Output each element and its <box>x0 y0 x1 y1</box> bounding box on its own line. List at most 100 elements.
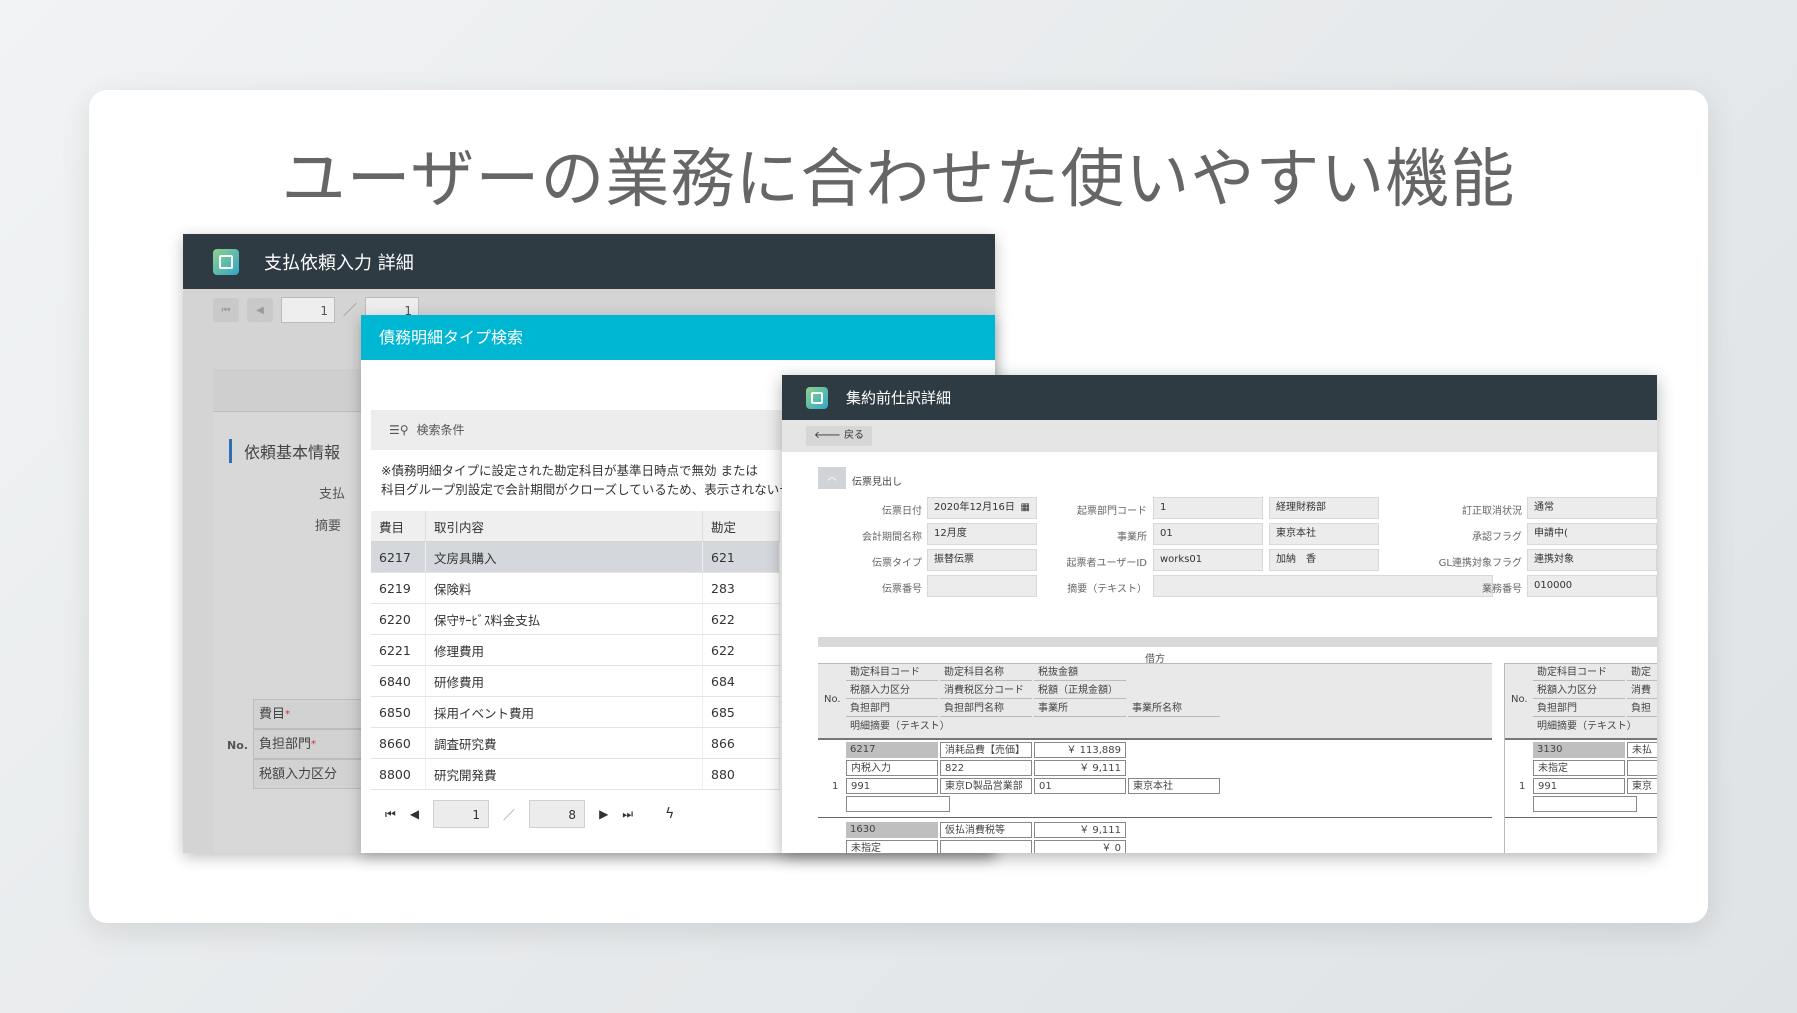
prev-page-icon[interactable]: ◀ <box>247 298 273 322</box>
pay-label: 支払 <box>319 487 346 502</box>
table-header: 費目 取引内容 勘定 <box>371 511 780 542</box>
row-divider <box>818 817 1492 818</box>
num-label: 伝票番号 <box>882 584 922 595</box>
row2-amount[interactable]: ￥ 9,111 <box>1034 822 1126 838</box>
status-label: 訂正取消状況 <box>1462 506 1522 517</box>
row2-tax-input[interactable]: 未指定 <box>846 840 938 853</box>
page-total: 8 <box>529 800 586 828</box>
cell-name: 採用イベント費用 <box>425 696 703 728</box>
row-no: 2 <box>828 852 848 853</box>
calendar-icon[interactable]: ▦ <box>1021 498 1030 518</box>
cell-code: 8800 <box>371 758 426 790</box>
period-field[interactable]: 12月度 <box>927 523 1037 545</box>
hdr-tax-amt: 税額（正規金額） <box>1034 683 1126 699</box>
approve-label: 承認フラグ <box>1472 532 1522 543</box>
type-label: 伝票タイプ <box>872 558 922 569</box>
col-description[interactable]: 取引内容 <box>425 511 703 542</box>
approve-field: 申請中( <box>1527 523 1657 545</box>
office-name-field: 東京本社 <box>1269 523 1379 545</box>
row-no: 1 <box>1519 781 1526 792</box>
table-row[interactable]: 8800 研究開発費 880 <box>371 758 780 790</box>
office-code-field[interactable]: 01 <box>1153 523 1263 545</box>
journal-detail-window: 集約前仕訳詳細 🡐 戻る ︿ 伝票見出し 伝票日付 2020年12月16日 ▦ 会… <box>782 375 1657 853</box>
r-tax-cat[interactable] <box>1627 760 1657 776</box>
row1-tax-input[interactable]: 内税入力 <box>846 760 938 776</box>
table-row[interactable]: 6221 修理費用 622 <box>371 634 780 666</box>
next-page-icon[interactable]: ▶ <box>599 807 608 821</box>
collapse-chevron-icon[interactable]: ︿ <box>818 467 846 489</box>
dept-code-field[interactable]: 1 <box>1153 497 1263 519</box>
num-field[interactable] <box>927 575 1037 597</box>
no-label: No. <box>227 739 248 752</box>
text-label: 摘要（テキスト） <box>1067 584 1147 595</box>
period-label: 会計期間名称 <box>862 532 922 543</box>
app-logo-icon <box>213 248 239 275</box>
cell-account: 622 <box>702 634 780 666</box>
horizontal-scrollbar[interactable] <box>818 637 1657 647</box>
hdr-dept-name: 負担部門名称 <box>940 701 1032 717</box>
r-tax-input[interactable]: 未指定 <box>1533 760 1625 776</box>
hdr-office-name: 事業所名称 <box>1128 701 1220 717</box>
title-bar: 集約前仕訳詳細 <box>782 375 1657 420</box>
row2-tax-cat[interactable] <box>940 840 1032 853</box>
row1-tax[interactable]: ￥ 9,111 <box>1034 760 1126 776</box>
search-condition-label: 検索条件 <box>416 423 465 437</box>
lightning-icon[interactable]: ϟ <box>665 806 674 822</box>
row2-acct-name: 仮払消費税等 <box>940 822 1032 838</box>
biz-field: 010000 <box>1527 575 1657 597</box>
cost-label: 費目 <box>259 707 286 722</box>
cell-name: 修理費用 <box>425 634 703 666</box>
r-acct-code[interactable]: 3130 <box>1533 742 1625 758</box>
row1-tax-cat[interactable]: 822 <box>940 760 1032 776</box>
row1-acct-code[interactable]: 6217 <box>846 742 938 758</box>
last-page-icon[interactable]: ⏭ <box>622 807 633 822</box>
cell-account: 283 <box>702 572 780 604</box>
cell-name: 研修費用 <box>425 665 703 697</box>
col-account[interactable]: 勘定 <box>702 511 780 542</box>
row1-office-name: 東京本社 <box>1128 778 1220 794</box>
cell-code: 6220 <box>371 603 426 635</box>
hdr-no: No. <box>1511 694 1528 705</box>
cell-code: 8660 <box>371 727 426 759</box>
table-row[interactable]: 6219 保険料 283 <box>371 572 780 604</box>
user-id-field[interactable]: works01 <box>1153 549 1263 571</box>
row-divider <box>1505 817 1657 818</box>
date-field[interactable]: 2020年12月16日 ▦ <box>927 497 1037 519</box>
table-row[interactable]: 6840 研修費用 684 <box>371 665 780 697</box>
row1-office[interactable]: 01 <box>1034 778 1126 794</box>
row1-memo[interactable] <box>846 796 950 812</box>
back-button[interactable]: 🡐 戻る <box>806 426 873 446</box>
col-cost[interactable]: 費目 <box>371 511 426 542</box>
hdr-tax-input: 税額入力区分 <box>1533 683 1625 699</box>
row2-acct-code[interactable]: 1630 <box>846 822 938 838</box>
r-memo[interactable] <box>1533 796 1637 812</box>
table-row[interactable]: 6217 文房具購入 621 <box>371 541 780 573</box>
table-row[interactable]: 6220 保守ｻｰﾋﾞｽ料金支払 622 <box>371 603 780 635</box>
row1-dept[interactable]: 991 <box>846 778 938 794</box>
row2-tax[interactable]: ￥ 0 <box>1034 840 1126 853</box>
user-label: 起票者ユーザーID <box>1066 558 1147 569</box>
filter-search-icon: ☰⚲ <box>389 423 409 437</box>
pager-separator: ／ <box>503 807 516 822</box>
cell-account: 622 <box>702 603 780 635</box>
prev-page-icon[interactable]: ◀ <box>410 807 419 821</box>
table-row[interactable]: 8660 調査研究費 866 <box>371 727 780 759</box>
page-current[interactable]: 1 <box>433 800 490 828</box>
table-row[interactable]: 6850 採用イベント費用 685 <box>371 696 780 728</box>
first-page-icon[interactable]: ⏮ <box>213 298 239 322</box>
type-field[interactable]: 振替伝票 <box>927 549 1037 571</box>
pager-separator: ／ <box>343 303 357 319</box>
row1-amount[interactable]: ￥ 113,889 <box>1034 742 1126 758</box>
cell-account: 684 <box>702 665 780 697</box>
back-label: 戻る <box>844 430 865 441</box>
r-dept[interactable]: 991 <box>1533 778 1625 794</box>
arrow-left-icon: 🡐 <box>814 430 841 441</box>
gl-label: GL連携対象フラグ <box>1438 558 1522 569</box>
page-current[interactable]: 1 <box>281 297 335 323</box>
cell-name: 保険料 <box>425 572 703 604</box>
first-page-icon[interactable]: ⏮ <box>385 807 396 822</box>
cell-account: 685 <box>702 696 780 728</box>
cell-name: 研究開発費 <box>425 758 703 790</box>
hdr-tax-input: 税額入力区分 <box>846 683 938 699</box>
hdr-memo: 明細摘要（テキスト） <box>1537 721 1637 732</box>
